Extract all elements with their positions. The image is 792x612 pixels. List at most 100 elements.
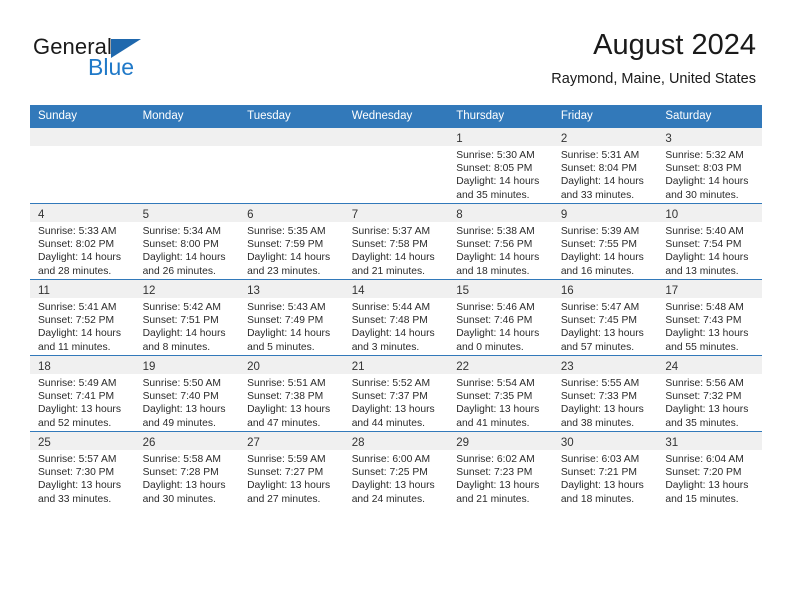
day-number-band: 13 — [239, 280, 344, 298]
day-cell-inner: 30 Sunrise: 6:03 AM Sunset: 7:21 PM Dayligh… — [552, 432, 658, 507]
day-cell-inner: 9 Sunrise: 5:39 AM Sunset: 7:55 PM Daylight… — [552, 204, 658, 279]
calendar-day-cell[interactable]: 7 Sunrise: 5:37 AM Sunset: 7:58 PM Daylight… — [343, 203, 449, 280]
day-number-band: 20 — [239, 356, 344, 374]
calendar-day-cell[interactable]: 25 Sunrise: 5:57 AM Sunset: 7:30 PM Dayligh… — [30, 431, 135, 507]
sunrise-time: Sunrise: 5:43 AM — [247, 302, 326, 313]
day-number-band — [134, 128, 240, 146]
day-cell-details: Sunrise: 5:52 AM Sunset: 7:37 PM Daylight:… — [344, 374, 449, 430]
calendar-week-row: 4 Sunrise: 5:33 AM Sunset: 8:02 PM Daylight… — [30, 203, 762, 280]
calendar-day-cell[interactable]: 18 Sunrise: 5:49 AM Sunset: 7:41 PM Dayligh… — [30, 355, 135, 432]
calendar-day-cell[interactable]: 15 Sunrise: 5:46 AM Sunset: 7:46 PM Dayligh… — [448, 279, 553, 356]
day-cell-details: Sunrise: 5:50 AM Sunset: 7:40 PM Daylight:… — [135, 374, 240, 430]
calendar-day-cell[interactable]: 27 Sunrise: 5:59 AM Sunset: 7:27 PM Dayligh… — [239, 431, 344, 507]
calendar-day-cell[interactable]: 11 Sunrise: 5:41 AM Sunset: 7:52 PM Dayligh… — [30, 279, 135, 356]
calendar-header-row: Sunday Monday Tuesday Wednesday Thursday… — [30, 105, 762, 128]
day-number: 25 — [38, 437, 51, 449]
calendar-day-cell[interactable]: 1 Sunrise: 5:30 AM Sunset: 8:05 PM Daylight… — [448, 128, 553, 204]
sunrise-time: Sunrise: 5:52 AM — [351, 378, 431, 389]
day-number: 29 — [456, 437, 470, 449]
page-title: August 2024 — [593, 29, 756, 61]
calendar-day-cell[interactable]: 9 Sunrise: 5:39 AM Sunset: 7:55 PM Daylight… — [552, 203, 658, 280]
day-cell-details: Sunrise: 5:48 AM Sunset: 7:43 PM Daylight:… — [657, 298, 762, 354]
calendar-day-cell[interactable]: 26 Sunrise: 5:58 AM Sunset: 7:28 PM Dayligh… — [134, 431, 240, 507]
sunset-time: Sunset: 7:56 PM — [456, 239, 533, 251]
calendar-day-cell[interactable]: 20 Sunrise: 5:51 AM Sunset: 7:38 PM Dayligh… — [239, 355, 344, 432]
day-cell-details: Sunrise: 5:31 AM Sunset: 8:04 PM Daylight:… — [553, 146, 658, 202]
day-number: 24 — [665, 361, 679, 373]
sunset-time: Sunset: 7:27 PM — [247, 467, 324, 479]
daylight-duration-line2: and 24 minutes. — [351, 493, 425, 505]
day-cell-inner: 13 Sunrise: 5:43 AM Sunset: 7:49 PM Dayligh… — [239, 280, 344, 355]
calendar-day-cell[interactable]: 17 Sunrise: 5:48 AM Sunset: 7:43 PM Dayligh… — [657, 279, 762, 356]
daylight-duration-line1: Daylight: 13 hours — [560, 480, 644, 492]
day-number-band — [343, 128, 449, 146]
calendar-day-cell[interactable]: 3 Sunrise: 5:32 AM Sunset: 8:03 PM Daylight… — [657, 128, 762, 204]
daylight-duration-line2: and 21 minutes. — [456, 493, 530, 505]
calendar-day-cell[interactable]: 10 Sunrise: 5:40 AM Sunset: 7:54 PM Dayligh… — [657, 203, 762, 280]
sunrise-time: Sunrise: 5:48 AM — [665, 302, 744, 313]
day-cell-details: Sunrise: 5:42 AM Sunset: 7:51 PM Daylight:… — [135, 298, 240, 354]
day-number: 6 — [247, 209, 254, 221]
sunset-time: Sunset: 7:43 PM — [665, 315, 742, 327]
calendar-day-cell[interactable]: 12 Sunrise: 5:42 AM Sunset: 7:51 PM Dayligh… — [134, 279, 240, 356]
calendar-day-cell[interactable]: 29 Sunrise: 6:02 AM Sunset: 7:23 PM Dayligh… — [448, 431, 553, 507]
sunset-time: Sunset: 8:03 PM — [665, 163, 742, 175]
calendar-day-cell[interactable]: 8 Sunrise: 5:38 AM Sunset: 7:56 PM Daylight… — [448, 203, 553, 280]
daylight-duration-line2: and 16 minutes. — [560, 265, 635, 277]
day-number: 16 — [560, 285, 574, 297]
calendar-day-cell[interactable]: 21 Sunrise: 5:52 AM Sunset: 7:37 PM Dayligh… — [343, 355, 449, 432]
day-cell-inner: 1 Sunrise: 5:30 AM Sunset: 8:05 PM Daylight… — [448, 128, 553, 203]
sunrise-time: Sunrise: 5:57 AM — [38, 454, 117, 465]
calendar-day-cell[interactable]: 14 Sunrise: 5:44 AM Sunset: 7:48 PM Dayligh… — [343, 279, 449, 356]
calendar-day-cell[interactable]: 31 Sunrise: 6:04 AM Sunset: 7:20 PM Dayligh… — [657, 431, 762, 507]
daylight-duration-line2: and 30 minutes. — [142, 493, 216, 505]
day-cell-inner: 24 Sunrise: 5:56 AM Sunset: 7:32 PM Dayligh… — [657, 356, 762, 431]
sunset-time: Sunset: 7:54 PM — [665, 239, 742, 251]
calendar-day-cell[interactable]: 30 Sunrise: 6:03 AM Sunset: 7:21 PM Dayligh… — [552, 431, 658, 507]
sunset-time: Sunset: 8:04 PM — [560, 163, 637, 175]
calendar-day-cell[interactable]: 23 Sunrise: 5:55 AM Sunset: 7:33 PM Dayligh… — [552, 355, 658, 432]
calendar-day-cell[interactable]: 5 Sunrise: 5:34 AM Sunset: 8:00 PM Daylight… — [134, 203, 240, 280]
weekday-header-wednesday: Wednesday — [343, 105, 449, 128]
day-number-band: 22 — [448, 356, 553, 374]
calendar-week-row: 18 Sunrise: 5:49 AM Sunset: 7:41 PM Dayligh… — [30, 355, 762, 432]
daylight-duration-line1: Daylight: 13 hours — [142, 404, 226, 416]
day-cell-inner: 17 Sunrise: 5:48 AM Sunset: 7:43 PM Dayligh… — [657, 280, 762, 355]
day-number: 26 — [142, 437, 156, 449]
calendar-day-cell[interactable]: 2 Sunrise: 5:31 AM Sunset: 8:04 PM Daylight… — [552, 128, 658, 204]
calendar-day-cell[interactable]: 28 Sunrise: 6:00 AM Sunset: 7:25 PM Dayligh… — [343, 431, 449, 507]
sunset-time: Sunset: 7:20 PM — [665, 467, 742, 479]
calendar-day-cell[interactable]: 16 Sunrise: 5:47 AM Sunset: 7:45 PM Dayligh… — [552, 279, 658, 356]
daylight-duration-line1: Daylight: 14 hours — [560, 176, 644, 188]
day-cell-details: Sunrise: 5:39 AM Sunset: 7:55 PM Daylight:… — [553, 222, 658, 278]
day-cell-inner — [239, 128, 344, 203]
calendar-day-cell[interactable]: 24 Sunrise: 5:56 AM Sunset: 7:32 PM Dayligh… — [657, 355, 762, 432]
weekday-header-saturday: Saturday — [657, 105, 762, 128]
calendar-cell-empty — [343, 128, 449, 204]
day-number: 1 — [456, 133, 463, 145]
calendar-day-cell[interactable]: 22 Sunrise: 5:54 AM Sunset: 7:35 PM Dayligh… — [448, 355, 553, 432]
day-number: 13 — [247, 285, 260, 297]
day-cell-inner: 28 Sunrise: 6:00 AM Sunset: 7:25 PM Dayligh… — [343, 432, 449, 507]
day-number: 5 — [142, 209, 149, 221]
daylight-duration-line1: Daylight: 14 hours — [142, 252, 226, 264]
daylight-duration-line1: Daylight: 13 hours — [560, 328, 644, 340]
daylight-duration-line1: Daylight: 14 hours — [38, 252, 121, 264]
sunset-time: Sunset: 7:40 PM — [142, 391, 219, 403]
day-number-band: 27 — [239, 432, 344, 450]
day-number: 7 — [351, 209, 359, 221]
sunrise-time: Sunrise: 5:41 AM — [38, 302, 117, 313]
calendar-cell-empty — [134, 128, 240, 204]
calendar-page: General Blue August 2024 Raymond, Maine,… — [0, 0, 792, 612]
day-number-band: 18 — [30, 356, 135, 374]
sunset-time: Sunset: 8:00 PM — [142, 239, 219, 251]
daylight-duration-line1: Daylight: 14 hours — [665, 252, 749, 264]
calendar-day-cell[interactable]: 6 Sunrise: 5:35 AM Sunset: 7:59 PM Daylight… — [239, 203, 344, 280]
calendar-day-cell[interactable]: 13 Sunrise: 5:43 AM Sunset: 7:49 PM Dayligh… — [239, 279, 344, 356]
day-cell-details: Sunrise: 5:44 AM Sunset: 7:48 PM Daylight:… — [344, 298, 449, 354]
day-number-band: 10 — [657, 204, 762, 222]
daylight-duration-line1: Daylight: 13 hours — [351, 480, 435, 492]
calendar-day-cell[interactable]: 19 Sunrise: 5:50 AM Sunset: 7:40 PM Dayligh… — [134, 355, 240, 432]
calendar-day-cell[interactable]: 4 Sunrise: 5:33 AM Sunset: 8:02 PM Daylight… — [30, 203, 135, 280]
brand-logo[interactable]: General Blue — [33, 34, 293, 90]
